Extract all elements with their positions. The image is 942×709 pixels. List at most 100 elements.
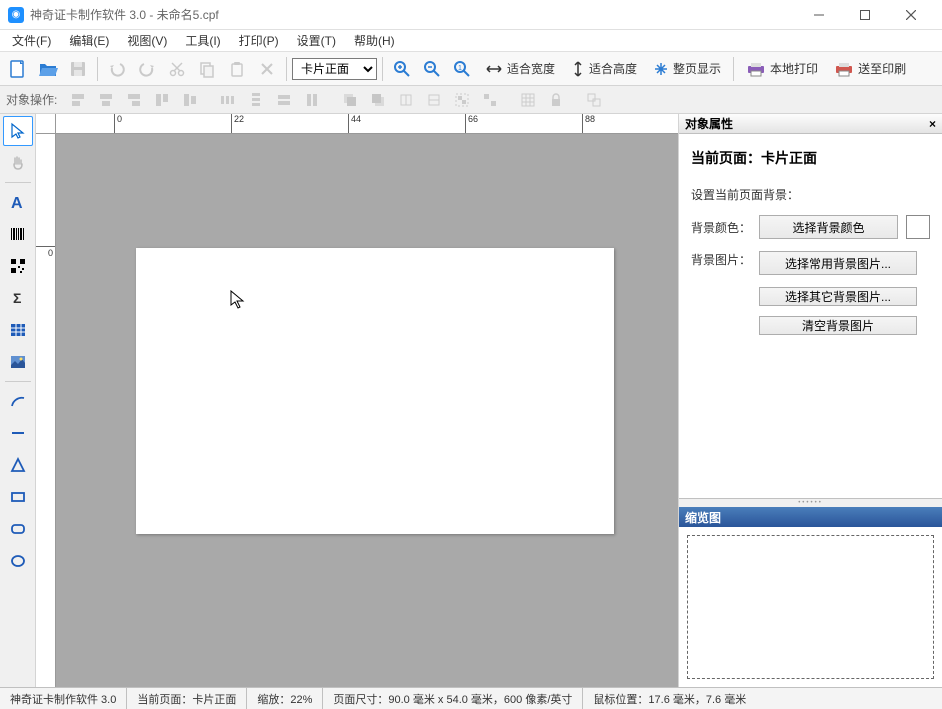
status-mouse: 鼠标位置：17.6 毫米，7.6 毫米 [583, 688, 756, 709]
thumbnail-panel: •••••• 缩览图 [679, 498, 942, 687]
barcode-tool[interactable] [3, 219, 33, 249]
v-tick: 0 [36, 246, 55, 258]
arc-tool[interactable] [3, 386, 33, 416]
h-tick: 88 [582, 114, 595, 133]
h-tick: 66 [465, 114, 478, 133]
distribute-h-button[interactable] [215, 88, 241, 112]
lock-button[interactable] [543, 88, 569, 112]
bg-other-image-button[interactable]: 选择其它背景图片... [759, 287, 917, 306]
roundrect-tool[interactable] [3, 514, 33, 544]
local-print-label: 本地打印 [770, 60, 818, 77]
fit-page-icon [653, 61, 669, 77]
card-side-select[interactable]: 卡片正面 [292, 58, 377, 80]
ellipse-tool[interactable] [3, 546, 33, 576]
vertical-ruler[interactable]: 0 [36, 134, 56, 687]
send-print-icon [834, 61, 854, 77]
open-button[interactable] [34, 55, 62, 83]
distribute-v-button[interactable] [243, 88, 269, 112]
thumbnail-preview[interactable] [687, 535, 934, 679]
fit-height-button[interactable]: 适合高度 [564, 55, 644, 83]
save-button[interactable] [64, 55, 92, 83]
bg-common-image-button[interactable]: 选择常用背景图片... [759, 251, 917, 275]
tool-palette: A Σ [0, 114, 36, 687]
bg-color-swatch[interactable] [906, 215, 930, 239]
paste-button[interactable] [223, 55, 251, 83]
bg-clear-button[interactable]: 清空背景图片 [759, 316, 917, 335]
menu-settings[interactable]: 设置(T) [289, 30, 344, 51]
minimize-button[interactable] [796, 0, 842, 30]
h-tick: 0 [114, 114, 122, 133]
zoom-out-button[interactable] [418, 55, 446, 83]
close-button[interactable] [888, 0, 934, 30]
rotate-button[interactable] [581, 88, 607, 112]
h-tick: 22 [231, 114, 244, 133]
fit-page-button[interactable]: 整页显示 [646, 55, 728, 83]
triangle-tool[interactable] [3, 450, 33, 480]
horizontal-ruler[interactable]: 0 22 44 66 88 [56, 114, 678, 134]
image-tool[interactable] [3, 347, 33, 377]
ungroup-button[interactable] [477, 88, 503, 112]
fit-width-button[interactable]: 适合宽度 [478, 55, 562, 83]
window-title: 神奇证卡制作软件 3.0 - 未命名5.cpf [30, 6, 796, 23]
rect-tool[interactable] [3, 482, 33, 512]
line-tool[interactable] [3, 418, 33, 448]
menu-help[interactable]: 帮助(H) [346, 30, 403, 51]
menubar: 文件(F) 编辑(E) 视图(V) 工具(I) 打印(P) 设置(T) 帮助(H… [0, 30, 942, 52]
hand-tool[interactable] [3, 148, 33, 178]
align-middle-button[interactable] [177, 88, 203, 112]
svg-text:Σ: Σ [13, 290, 21, 306]
menu-edit[interactable]: 编辑(E) [61, 30, 117, 51]
zoom-100-button[interactable]: 1 [448, 55, 476, 83]
send-print-label: 送至印刷 [858, 60, 906, 77]
card-canvas[interactable] [136, 248, 614, 534]
local-print-button[interactable]: 本地打印 [739, 55, 825, 83]
app-icon: ◉ [8, 7, 24, 23]
current-page-title: 当前页面：卡片正面 [691, 148, 930, 168]
bg-color-button[interactable]: 选择背景颜色 [759, 215, 898, 239]
zoom-in-button[interactable] [388, 55, 416, 83]
menu-view[interactable]: 视图(V) [119, 30, 175, 51]
cursor-icon [230, 290, 246, 310]
bring-front-button[interactable] [337, 88, 363, 112]
align-left-button[interactable] [65, 88, 91, 112]
formula-tool[interactable]: Σ [3, 283, 33, 313]
fit-height-icon [571, 60, 585, 78]
status-size: 页面尺寸：90.0 毫米 x 54.0 毫米，600 像素/英寸 [323, 688, 583, 709]
menu-print[interactable]: 打印(P) [231, 30, 287, 51]
align-center-button[interactable] [93, 88, 119, 112]
group-button[interactable] [449, 88, 475, 112]
canvas-viewport[interactable] [56, 134, 678, 687]
properties-panel-close[interactable]: × [929, 117, 936, 131]
delete-button[interactable] [253, 55, 281, 83]
bring-forward-button[interactable] [393, 88, 419, 112]
send-print-button[interactable]: 送至印刷 [827, 55, 913, 83]
svg-text:1: 1 [458, 65, 462, 72]
status-page: 当前页面：卡片正面 [127, 688, 247, 709]
menu-tools[interactable]: 工具(I) [177, 30, 228, 51]
text-tool[interactable]: A [3, 187, 33, 217]
send-backward-button[interactable] [421, 88, 447, 112]
cut-button[interactable] [163, 55, 191, 83]
snap-grid-button[interactable] [515, 88, 541, 112]
menu-file[interactable]: 文件(F) [4, 30, 59, 51]
send-back-button[interactable] [365, 88, 391, 112]
redo-button[interactable] [133, 55, 161, 83]
properties-panel: 对象属性 × 当前页面：卡片正面 设置当前页面背景： 背景颜色： 选择背景颜色 … [678, 114, 942, 687]
thumbnail-drag-handle[interactable]: •••••• [679, 499, 942, 507]
table-tool[interactable] [3, 315, 33, 345]
fit-width-icon [485, 62, 503, 76]
undo-button[interactable] [103, 55, 131, 83]
qrcode-tool[interactable] [3, 251, 33, 281]
align-top-button[interactable] [149, 88, 175, 112]
new-button[interactable] [4, 55, 32, 83]
select-tool[interactable] [3, 116, 33, 146]
h-tick: 44 [348, 114, 361, 133]
copy-button[interactable] [193, 55, 221, 83]
fit-height-label: 适合高度 [589, 60, 637, 77]
bg-image-label: 背景图片： [691, 251, 751, 268]
align-right-button[interactable] [121, 88, 147, 112]
same-height-button[interactable] [299, 88, 325, 112]
same-width-button[interactable] [271, 88, 297, 112]
properties-panel-title: 对象属性 [685, 115, 733, 132]
maximize-button[interactable] [842, 0, 888, 30]
